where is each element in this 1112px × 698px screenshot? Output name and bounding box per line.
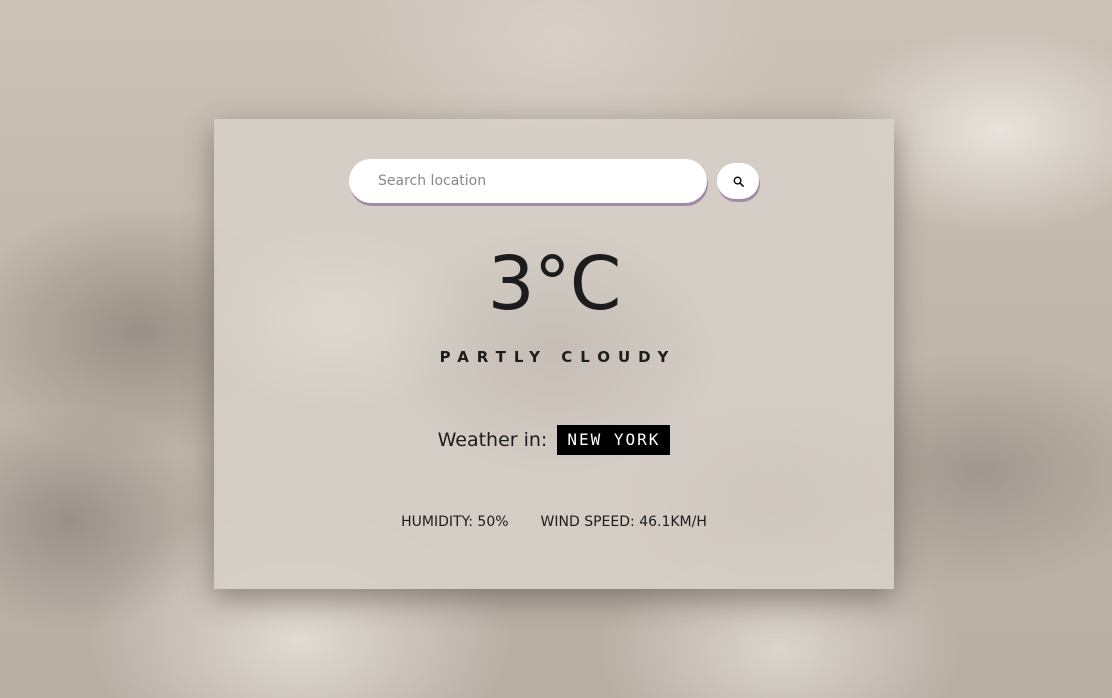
weather-card: 3°C PARTLY CLOUDY Weather in: NEW YORK H…: [214, 119, 894, 589]
search-button[interactable]: [717, 163, 759, 199]
search-bar: [349, 159, 759, 203]
temperature: 3°C: [487, 241, 622, 327]
humidity: HUMIDITY: 50%: [401, 514, 509, 530]
location-name: NEW YORK: [557, 425, 671, 455]
weather-stats: HUMIDITY: 50% WIND SPEED: 46.1KM/H: [214, 514, 894, 530]
location-label: Weather in:: [437, 429, 548, 451]
weather-condition: PARTLY CLOUDY: [439, 348, 677, 366]
search-input[interactable]: [349, 159, 707, 203]
wind-speed: WIND SPEED: 46.1KM/H: [540, 514, 707, 530]
search-icon: [733, 176, 744, 187]
location-row: Weather in: NEW YORK: [214, 425, 894, 455]
